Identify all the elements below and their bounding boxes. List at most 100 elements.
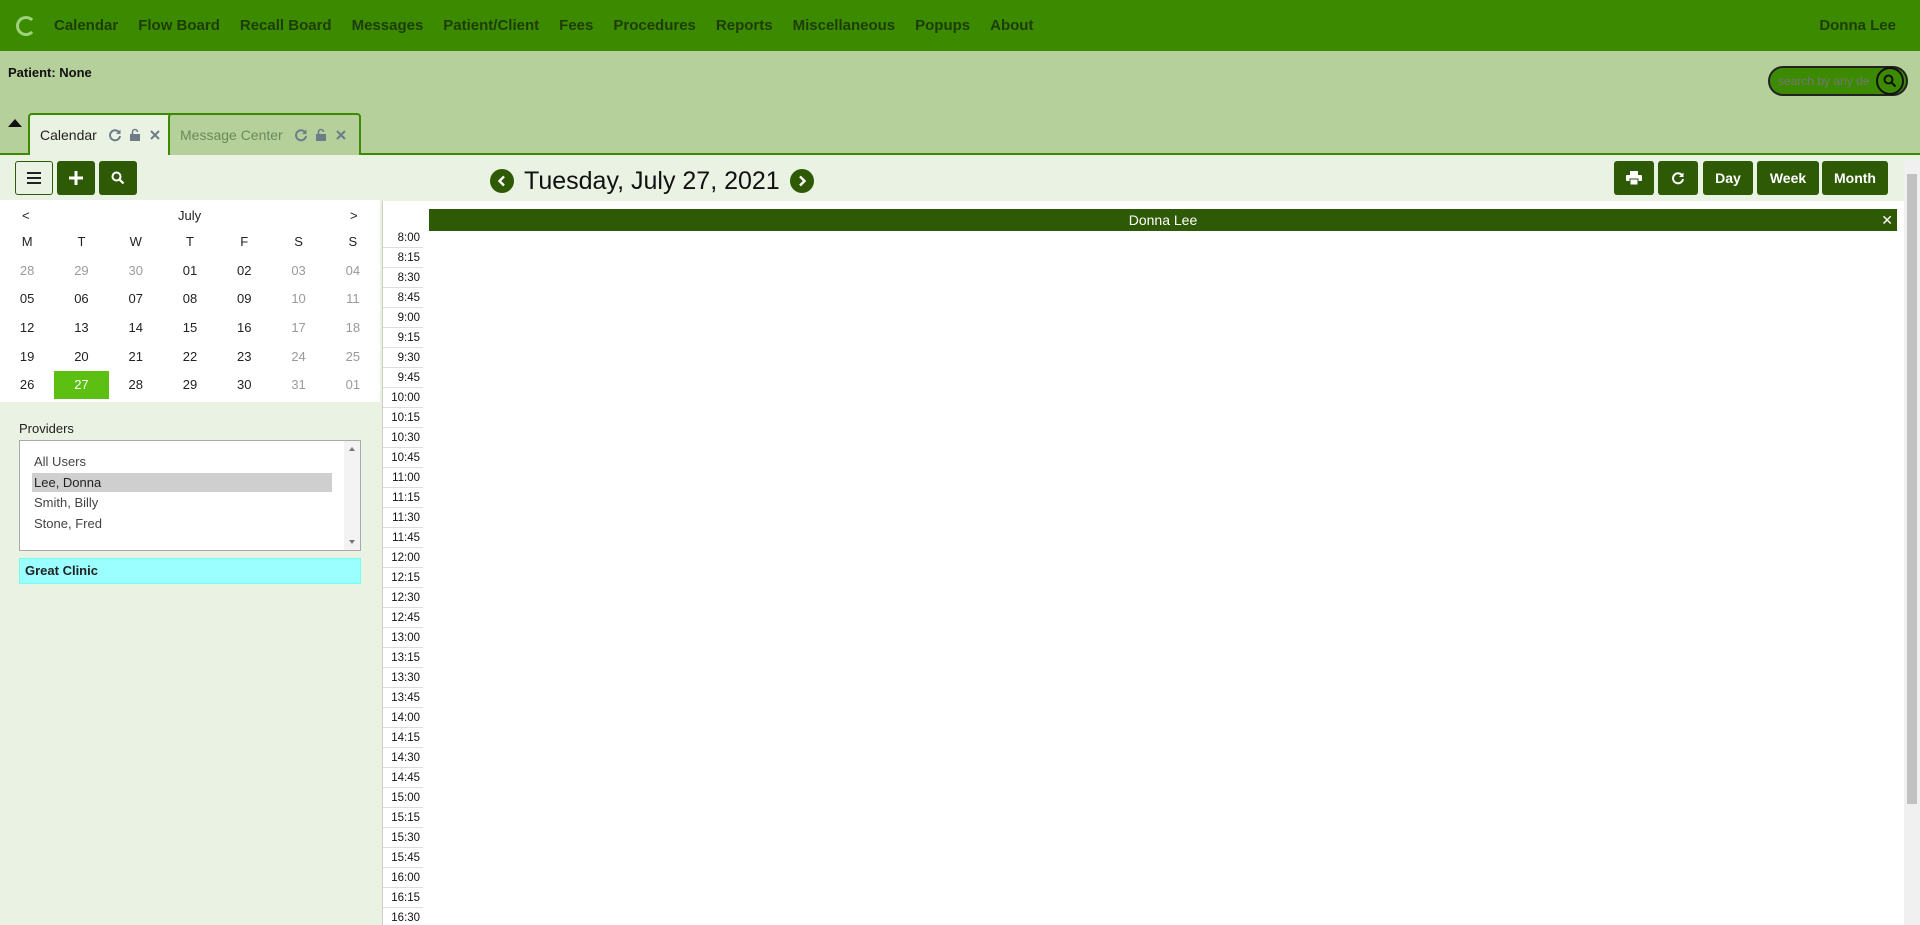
time-slot-label: 13:00 [383,628,423,648]
user-menu[interactable]: Donna Lee [1819,17,1896,34]
nav-item-about[interactable]: About [990,17,1033,34]
time-slot-label: 14:30 [383,748,423,768]
time-slot-label: 15:30 [383,828,423,848]
nav-item-patient-client[interactable]: Patient/Client [443,17,539,34]
calendar-day[interactable]: 15 [163,314,217,342]
time-slot-label: 8:15 [383,248,423,268]
search-button[interactable] [1876,67,1904,95]
calendar-day[interactable]: 20 [54,343,108,371]
time-slot-label: 13:45 [383,688,423,708]
refresh-icon[interactable] [107,127,123,143]
refresh-button[interactable] [1658,161,1698,195]
view-day-button[interactable]: Day [1703,161,1753,195]
schedule-grid: 8:00 8:15 8:30 8:45 9:00 9:15 9:30 9:45 10:00 10:… [382,201,1904,925]
provider-option[interactable]: Lee, Donna [32,472,332,492]
close-icon[interactable] [333,127,349,143]
nav-item-calendar[interactable]: Calendar [54,17,118,34]
time-slot-label: 10:15 [383,408,423,428]
time-slot-label: 12:15 [383,568,423,588]
calendar-day[interactable]: 13 [54,314,108,342]
nav-item-reports[interactable]: Reports [716,17,773,34]
next-day-button[interactable] [789,169,814,193]
calendar-day[interactable]: 27 [54,371,109,400]
calendar-day[interactable]: 08 [163,285,217,313]
lock-icon[interactable] [313,127,329,143]
view-month-button[interactable]: Month [1822,161,1888,195]
search-appointment-button[interactable] [99,161,137,195]
calendar-day[interactable]: 29 [54,257,108,285]
calendar-day[interactable]: 16 [217,314,271,342]
time-slot-label: 10:00 [383,388,423,408]
calendar-day[interactable]: 14 [109,314,163,342]
print-button[interactable] [1614,161,1654,195]
calendar-day[interactable]: 30 [217,371,271,399]
prev-month-button[interactable]: < [22,208,30,223]
calendar-day[interactable]: 01 [163,257,217,285]
calendar-day[interactable]: 09 [217,285,271,313]
scrollbar-thumb[interactable] [1907,174,1917,804]
provider-name: Donna Lee [1128,212,1198,228]
logo-icon[interactable] [16,15,36,36]
nav-item-miscellaneous[interactable]: Miscellaneous [793,17,896,34]
menu-toggle-button[interactable] [15,161,53,195]
add-appointment-button[interactable] [57,161,95,195]
view-week-button[interactable]: Week [1757,161,1819,195]
nav-item-fees[interactable]: Fees [559,17,593,34]
search-icon [1883,74,1897,88]
nav-item-flow-board[interactable]: Flow Board [138,17,220,34]
nav-item-procedures[interactable]: Procedures [613,17,696,34]
providers-list[interactable]: All Users Lee, Donna Smith, Billy Stone, Fr… [19,440,361,551]
providers-label: Providers [19,421,74,436]
calendar-day[interactable]: 02 [217,257,271,285]
weekday-label: M [21,234,33,250]
calendar-day[interactable]: 28 [109,371,163,399]
nav-item-recall-board[interactable]: Recall Board [240,17,332,34]
weekday-label: W [129,234,142,250]
close-icon[interactable] [147,127,163,143]
search-input[interactable] [1770,69,1874,93]
hamburger-icon [27,172,41,184]
calendar-day[interactable]: 11 [326,285,380,313]
tab-label: Calendar [40,127,97,143]
calendar-day[interactable]: 25 [326,343,380,371]
provider-option[interactable]: Smith, Billy [32,493,332,512]
providers-scrollbar[interactable] [344,441,360,550]
calendar-day[interactable]: 01 [326,371,380,399]
tab-calendar[interactable]: Calendar [28,113,175,155]
provider-option[interactable]: All Users [32,452,332,471]
lock-icon[interactable] [127,127,143,143]
calendar-day[interactable]: 17 [271,314,325,342]
calendar-day[interactable]: 06 [54,285,108,313]
calendar-day[interactable]: 21 [109,343,163,371]
nav-item-popups[interactable]: Popups [915,17,970,34]
calendar-day[interactable]: 12 [0,314,54,342]
refresh-icon[interactable] [293,127,309,143]
provider-option[interactable]: Stone, Fred [32,514,332,533]
calendar-day[interactable]: 10 [271,285,325,313]
prev-day-button[interactable] [490,169,514,193]
tab-message-center[interactable]: Message Center [168,113,361,155]
nav-item-messages[interactable]: Messages [352,17,424,34]
page-scrollbar[interactable] [1904,160,1920,925]
calendar-day[interactable]: 05 [0,285,54,313]
calendar-day[interactable]: 22 [163,343,217,371]
current-date: Tuesday, July 27, 2021 [524,166,780,195]
calendar-day[interactable]: 04 [326,257,380,285]
time-slot-label: 16:15 [383,888,423,908]
collapse-icon[interactable] [8,119,22,127]
calendar-day[interactable]: 18 [326,314,380,342]
calendar-day[interactable]: 24 [271,343,325,371]
time-slot-label: 11:30 [383,508,423,528]
calendar-day[interactable]: 07 [109,285,163,313]
close-column-icon[interactable]: ✕ [1881,209,1893,231]
calendar-day[interactable]: 26 [0,371,54,399]
calendar-day[interactable]: 19 [0,343,54,371]
calendar-day[interactable]: 29 [163,371,217,399]
calendar-day[interactable]: 28 [0,257,54,285]
time-slot-label: 15:00 [383,788,423,808]
calendar-day[interactable]: 03 [271,257,325,285]
next-month-button[interactable]: > [350,208,358,223]
calendar-day[interactable]: 31 [271,371,325,399]
calendar-day[interactable]: 30 [109,257,163,285]
calendar-day[interactable]: 23 [217,343,271,371]
